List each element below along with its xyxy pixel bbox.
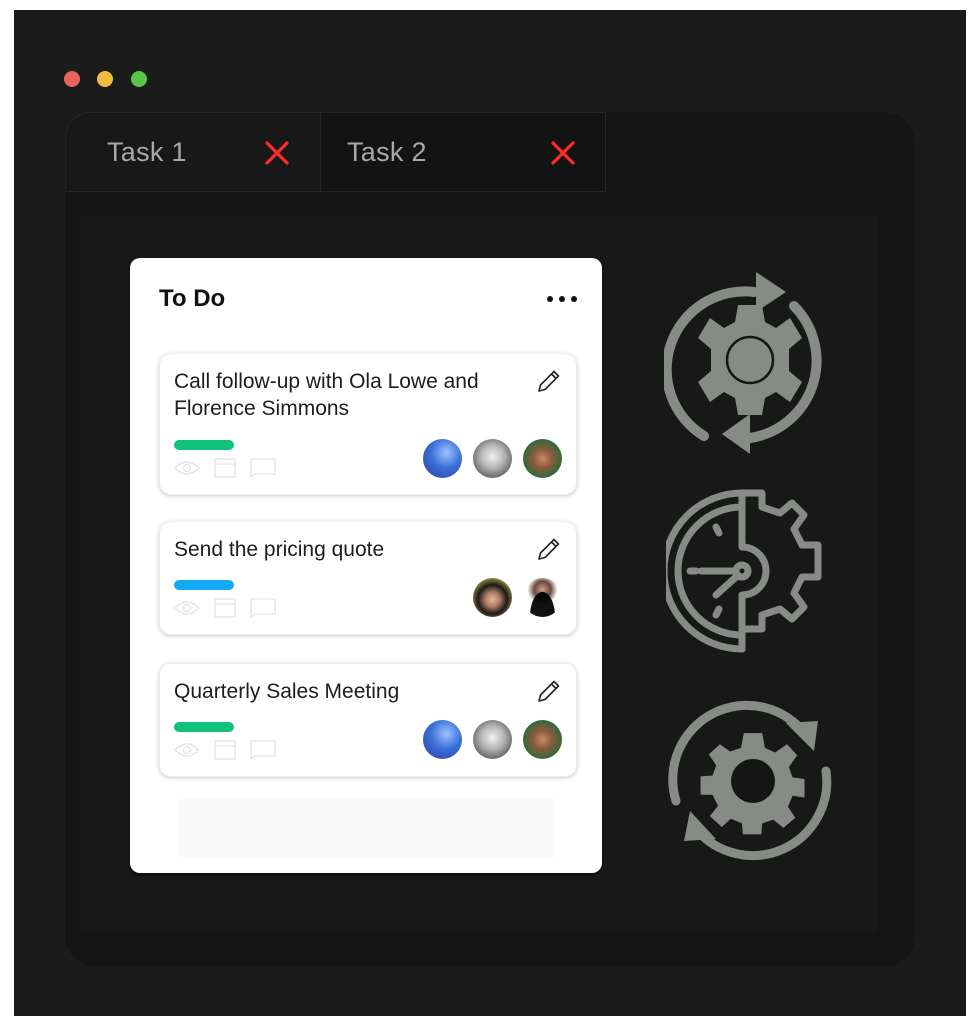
tab-label: Task 2 — [347, 136, 427, 167]
window-close-button[interactable] — [64, 71, 80, 87]
avatar[interactable] — [473, 720, 512, 759]
comment-icon[interactable] — [250, 740, 276, 760]
eye-icon[interactable] — [174, 600, 200, 616]
task-card[interactable]: Send the pricing quote — [159, 521, 577, 635]
eye-icon[interactable] — [174, 742, 200, 758]
tab-label: Task 1 — [107, 136, 187, 167]
comment-icon[interactable] — [250, 598, 276, 618]
task-title: Quarterly Sales Meeting — [174, 680, 400, 703]
task-title: Send the pricing quote — [174, 538, 385, 561]
task-title: Call follow-up with Ola Lowe and Florenc… — [174, 370, 479, 420]
todo-board: To Do Call follow-up with Ola Lowe and F… — [130, 258, 602, 873]
pencil-icon[interactable] — [534, 678, 562, 706]
label-bar — [174, 440, 234, 450]
close-tab-icon[interactable] — [264, 140, 290, 166]
task-card[interactable]: Call follow-up with Ola Lowe and Florenc… — [159, 353, 577, 495]
calendar-icon[interactable] — [214, 740, 236, 760]
eye-icon[interactable] — [174, 460, 200, 476]
avatar[interactable] — [473, 439, 512, 478]
calendar-icon[interactable] — [214, 458, 236, 478]
add-card-area[interactable] — [179, 798, 555, 858]
calendar-icon[interactable] — [214, 598, 236, 618]
avatar[interactable] — [423, 439, 462, 478]
pencil-icon[interactable] — [534, 368, 562, 396]
board-title: To Do — [159, 285, 226, 312]
gear-sync-icon — [664, 272, 822, 454]
pencil-icon[interactable] — [534, 536, 562, 564]
avatar[interactable] — [473, 578, 512, 617]
comment-icon[interactable] — [250, 458, 276, 478]
label-bar — [174, 722, 234, 732]
avatar[interactable] — [523, 439, 562, 478]
tab-task-1[interactable]: Task 1 — [65, 112, 321, 192]
avatar[interactable] — [523, 720, 562, 759]
window-maximize-button[interactable] — [131, 71, 147, 87]
more-options-icon[interactable] — [547, 294, 577, 304]
tab-bar: Task 1 Task 2 — [65, 112, 606, 194]
gear-refresh-icon — [668, 700, 832, 861]
label-bar — [174, 580, 234, 590]
avatar[interactable] — [523, 578, 562, 617]
window-minimize-button[interactable] — [97, 71, 113, 87]
avatar[interactable] — [423, 720, 462, 759]
close-tab-icon[interactable] — [550, 140, 576, 166]
task-card[interactable]: Quarterly Sales Meeting — [159, 663, 577, 777]
tab-task-2[interactable]: Task 2 — [321, 112, 606, 192]
clock-gear-icon — [666, 489, 822, 653]
